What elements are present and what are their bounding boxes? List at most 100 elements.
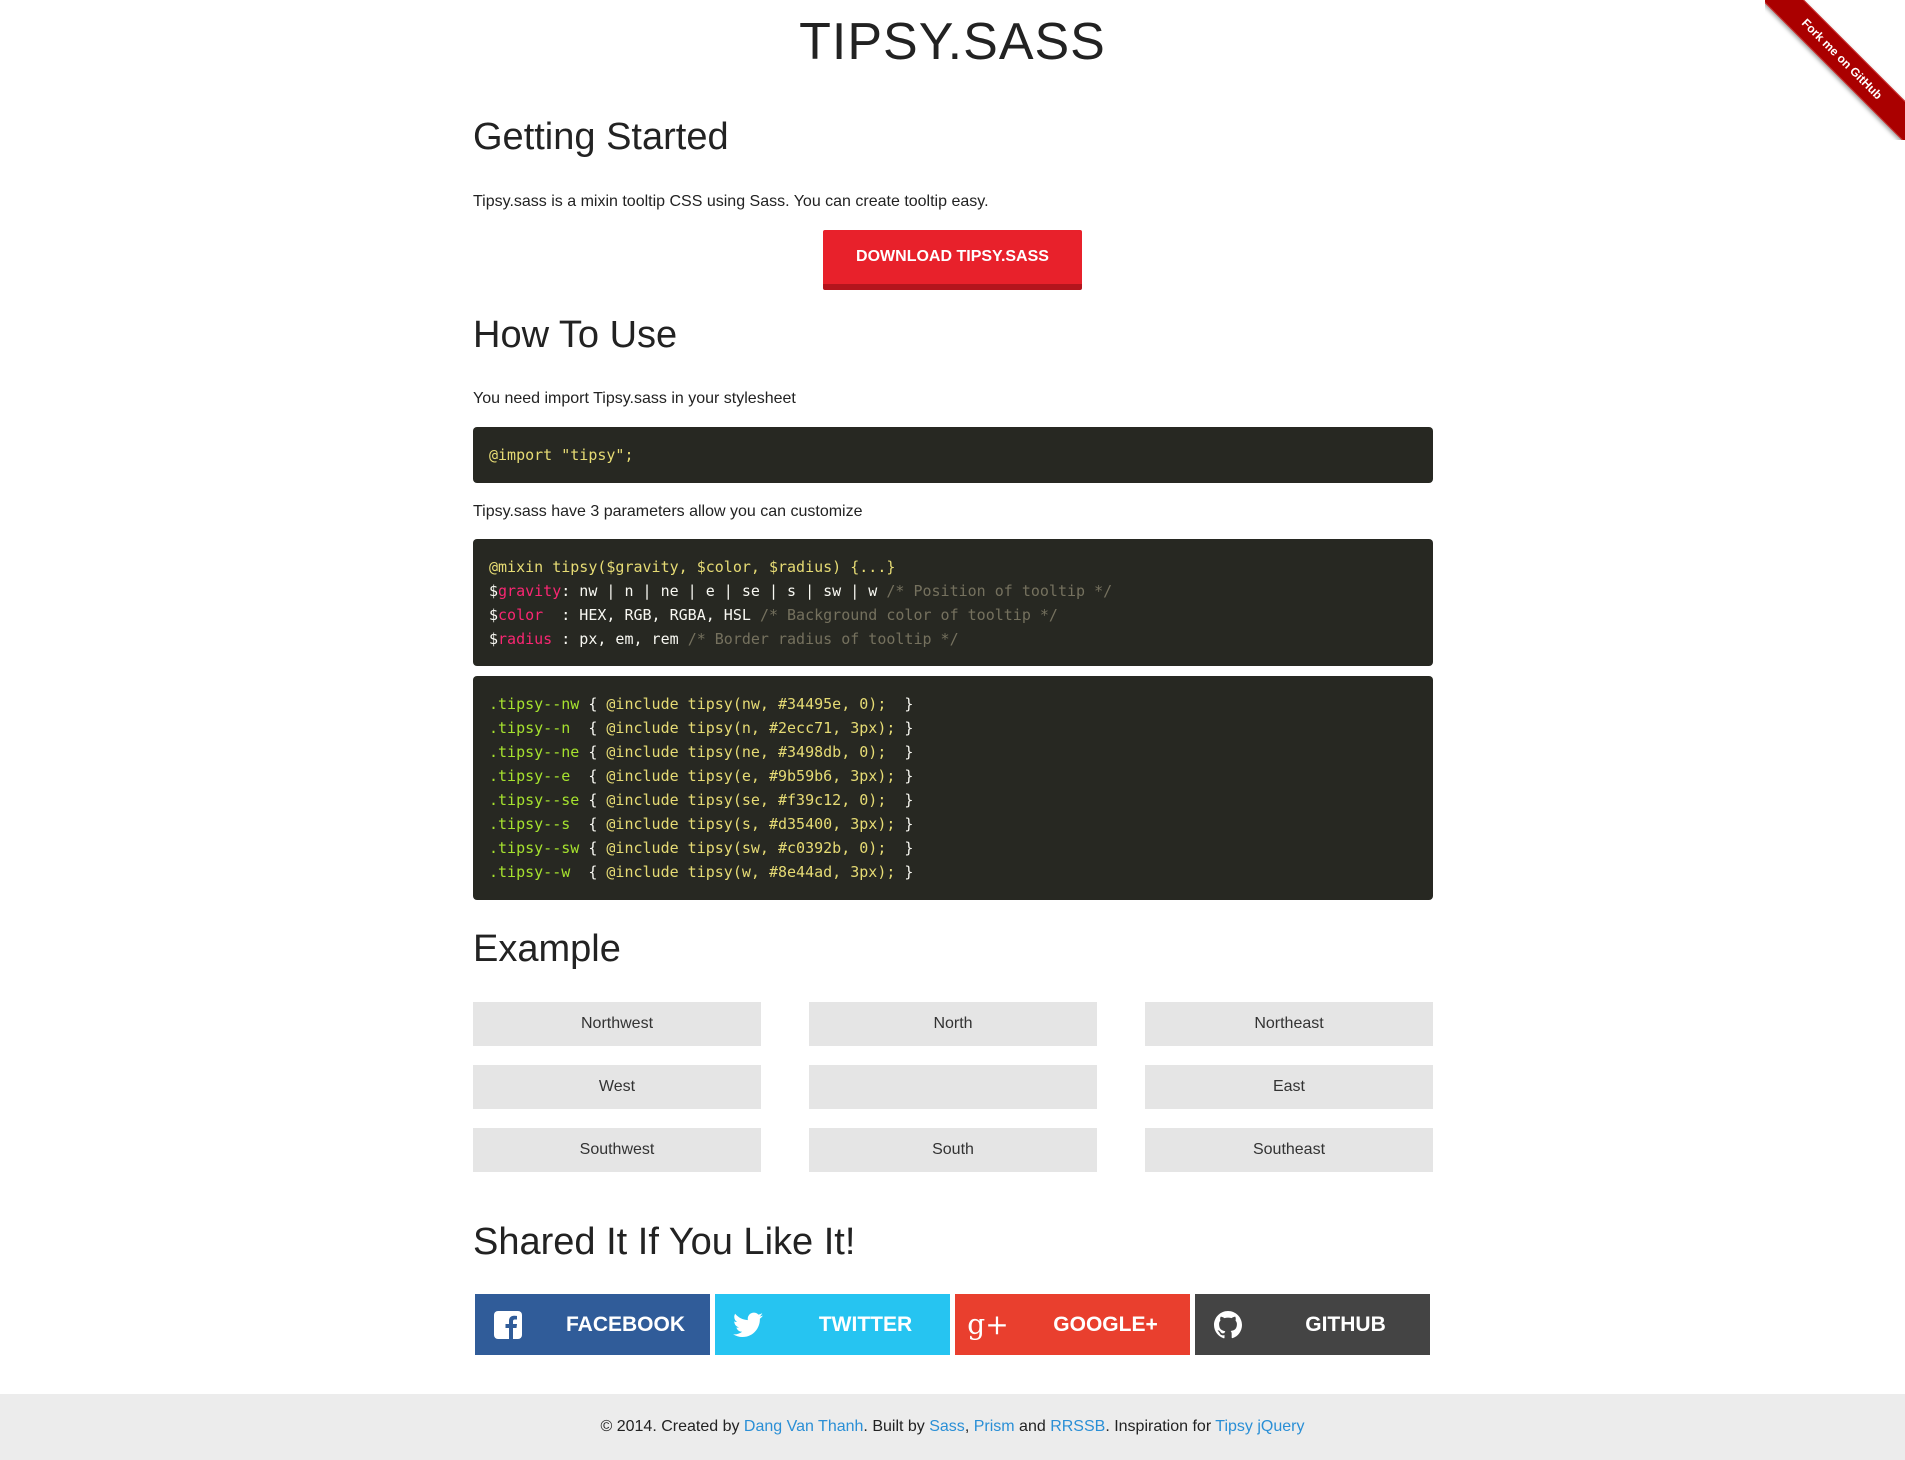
example-northeast-button[interactable]: Northeast: [1145, 1002, 1433, 1046]
import-instruction-text: You need import Tipsy.sass in your style…: [473, 390, 796, 407]
classes-code-block: .tipsy--nw { @include tipsy(nw, #34495e,…: [473, 676, 1433, 900]
download-button[interactable]: DOWNLOAD TIPSY.SASS: [823, 230, 1082, 290]
example-east-button[interactable]: East: [1145, 1065, 1433, 1109]
google-plus-share-button[interactable]: g+ GOOGLE+: [955, 1294, 1190, 1355]
code-line: .tipsy--sw { @include tipsy(sw, #c0392b,…: [489, 836, 1417, 860]
twitter-label: TWITTER: [818, 1313, 913, 1336]
code-token: {: [579, 695, 607, 713]
code-token: }: [886, 743, 914, 761]
code-token: @include tipsy(se, #f39c12, 0);: [606, 791, 887, 809]
getting-started-heading: Getting Started: [473, 116, 729, 158]
import-code-block: @import "tipsy";: [473, 427, 1433, 483]
code-token: "tipsy";: [552, 446, 634, 464]
code-line: .tipsy--se { @include tipsy(se, #f39c12,…: [489, 788, 1417, 812]
github-icon: [1195, 1294, 1261, 1355]
code-token: $: [489, 582, 499, 600]
prism-link[interactable]: Prism: [974, 1418, 1015, 1435]
code-token: }: [895, 767, 914, 785]
example-south-button[interactable]: South: [809, 1128, 1097, 1172]
code-token: $: [489, 630, 499, 648]
facebook-label: FACEBOOK: [565, 1313, 685, 1336]
code-token: : px, em, rem: [552, 630, 688, 648]
footer-text: ,: [964, 1418, 974, 1435]
code-token: @include tipsy(e, #9b59b6, 3px);: [606, 767, 896, 785]
example-west-button[interactable]: West: [473, 1065, 761, 1109]
code-token: @include tipsy(sw, #c0392b, 0);: [606, 839, 887, 857]
code-token: gravity: [498, 582, 562, 600]
code-token: @include tipsy(w, #8e44ad, 3px);: [606, 863, 896, 881]
code-selector: .tipsy--nw: [489, 695, 580, 713]
rrssb-link[interactable]: RRSSB: [1050, 1418, 1105, 1435]
twitter-icon: [715, 1294, 781, 1355]
footer: © 2014. Created by Dang Van Thanh. Built…: [0, 1394, 1905, 1460]
code-token: }: [895, 815, 914, 833]
google-plus-label: GOOGLE+: [1053, 1313, 1158, 1336]
code-token: @include tipsy(s, #d35400, 3px);: [606, 815, 896, 833]
code-token: {: [579, 743, 607, 761]
code-token: {: [579, 719, 607, 737]
example-center-button[interactable]: [809, 1065, 1097, 1109]
example-northwest-button[interactable]: Northwest: [473, 1002, 761, 1046]
example-heading: Example: [473, 928, 621, 970]
code-line: .tipsy--ne { @include tipsy(ne, #3498db,…: [489, 740, 1417, 764]
github-share-button[interactable]: GITHUB: [1195, 1294, 1430, 1355]
code-comment: /* Position of tooltip */: [886, 582, 1113, 600]
code-comment: /* Background color of tooltip */: [759, 606, 1058, 624]
code-line: @mixin tipsy($gravity, $color, $radius) …: [489, 555, 1417, 579]
code-token: $: [489, 606, 499, 624]
intro-text: Tipsy.sass is a mixin tooltip CSS using …: [473, 193, 989, 210]
code-selector: .tipsy--e: [489, 767, 580, 785]
code-line: .tipsy--w { @include tipsy(w, #8e44ad, 3…: [489, 860, 1417, 884]
parameters-text: Tipsy.sass have 3 parameters allow you c…: [473, 503, 863, 520]
facebook-icon: [475, 1294, 541, 1355]
code-token: }: [886, 695, 914, 713]
code-token: }: [895, 863, 914, 881]
code-comment: /* Border radius of tooltip */: [687, 630, 959, 648]
tipsy-jquery-link[interactable]: Tipsy jQuery: [1215, 1418, 1304, 1435]
how-to-use-heading: How To Use: [473, 314, 678, 356]
code-token: @import: [489, 446, 553, 464]
code-token: {: [579, 767, 607, 785]
code-line: .tipsy--s { @include tipsy(s, #d35400, 3…: [489, 812, 1417, 836]
code-token: @include tipsy(nw, #34495e, 0);: [606, 695, 887, 713]
code-token: }: [886, 839, 914, 857]
code-selector: .tipsy--se: [489, 791, 580, 809]
code-token: {: [579, 791, 607, 809]
github-label: GITHUB: [1305, 1313, 1386, 1336]
code-selector: .tipsy--n: [489, 719, 580, 737]
footer-text: . Built by: [863, 1418, 930, 1435]
sass-link[interactable]: Sass: [929, 1418, 965, 1435]
code-line: $gravity: nw | n | ne | e | se | s | sw …: [489, 579, 1417, 603]
code-line: .tipsy--e { @include tipsy(e, #9b59b6, 3…: [489, 764, 1417, 788]
code-token: : nw | n | ne | e | se | s | sw | w: [561, 582, 887, 600]
mixin-code-block: @mixin tipsy($gravity, $color, $radius) …: [473, 539, 1433, 666]
share-heading: Shared It If You Like It!: [473, 1221, 856, 1263]
code-line: $color : HEX, RGB, RGBA, HSL /* Backgrou…: [489, 603, 1417, 627]
code-selector: .tipsy--s: [489, 815, 580, 833]
facebook-share-button[interactable]: FACEBOOK: [475, 1294, 710, 1355]
example-southeast-button[interactable]: Southeast: [1145, 1128, 1433, 1172]
code-token: : HEX, RGB, RGBA, HSL: [543, 606, 760, 624]
example-north-button[interactable]: North: [809, 1002, 1097, 1046]
code-token: color: [498, 606, 544, 624]
example-southwest-button[interactable]: Southwest: [473, 1128, 761, 1172]
footer-text: © 2014. Created by: [600, 1418, 744, 1435]
code-token: @include tipsy(ne, #3498db, 0);: [606, 743, 887, 761]
site-title: TIPSY.SASS: [799, 13, 1106, 71]
author-link[interactable]: Dang Van Thanh: [744, 1418, 864, 1435]
footer-text: . Inspiration for: [1105, 1418, 1216, 1435]
code-token: radius: [498, 630, 553, 648]
code-line: $radius : px, em, rem /* Border radius o…: [489, 627, 1417, 651]
code-selector: .tipsy--sw: [489, 839, 580, 857]
code-token: {: [579, 839, 607, 857]
code-selector: .tipsy--w: [489, 863, 580, 881]
code-token: {: [579, 863, 607, 881]
twitter-share-button[interactable]: TWITTER: [715, 1294, 950, 1355]
code-token: }: [895, 719, 914, 737]
code-token: {: [579, 815, 607, 833]
code-selector: .tipsy--ne: [489, 743, 580, 761]
code-line: .tipsy--n { @include tipsy(n, #2ecc71, 3…: [489, 716, 1417, 740]
code-token: @mixin tipsy($gravity, $color, $radius) …: [489, 558, 896, 576]
footer-text: and: [1014, 1418, 1051, 1435]
code-token: @include tipsy(n, #2ecc71, 3px);: [606, 719, 896, 737]
